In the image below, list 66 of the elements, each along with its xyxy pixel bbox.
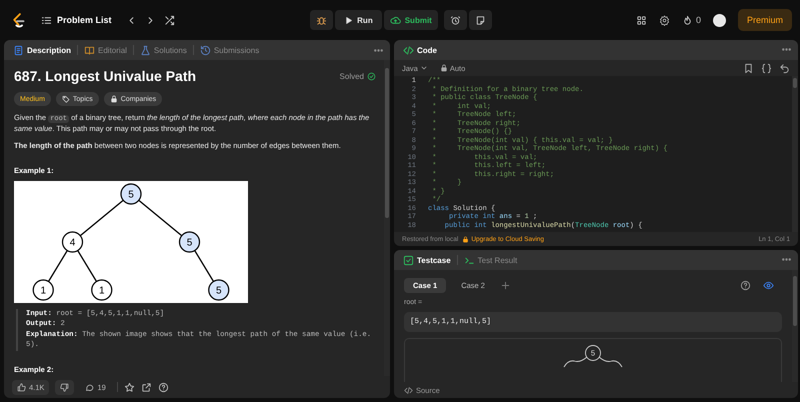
lock-icon bbox=[462, 236, 470, 242]
settings-icon[interactable] bbox=[658, 14, 670, 26]
tab[interactable]: Editorial bbox=[81, 42, 130, 58]
tree-edge bbox=[80, 200, 124, 236]
debug-button[interactable] bbox=[310, 10, 334, 30]
tag-icon bbox=[62, 95, 70, 103]
flask-icon bbox=[140, 44, 151, 56]
document-icon bbox=[13, 44, 24, 56]
tab[interactable]: Solutions bbox=[136, 42, 190, 58]
eye-icon[interactable] bbox=[763, 280, 774, 291]
tab[interactable]: Test Result bbox=[460, 252, 520, 268]
add-case-icon[interactable] bbox=[500, 280, 511, 291]
tree-node: 1 bbox=[91, 279, 112, 300]
lock-icon bbox=[440, 64, 448, 72]
play-icon bbox=[344, 16, 354, 24]
run-button[interactable]: Run bbox=[335, 10, 382, 30]
braces-icon[interactable] bbox=[761, 62, 772, 74]
checkbox-icon bbox=[403, 254, 414, 266]
chevron-down-icon bbox=[420, 64, 428, 72]
comment-icon bbox=[85, 382, 94, 392]
check-circle-icon bbox=[367, 72, 376, 80]
code-icon bbox=[404, 386, 413, 394]
avatar[interactable] bbox=[712, 14, 726, 26]
submit-button[interactable]: Submit bbox=[384, 10, 438, 30]
share-icon[interactable] bbox=[140, 382, 152, 392]
bug-icon bbox=[316, 14, 328, 26]
premium-button[interactable]: Premium bbox=[738, 9, 792, 31]
shuffle-icon[interactable] bbox=[164, 14, 175, 26]
solved-status: Solved bbox=[340, 72, 376, 80]
tree-edge bbox=[138, 200, 182, 236]
problem-title: 687. Longest Univalue Path bbox=[14, 68, 196, 84]
tree-node: 5 bbox=[208, 279, 230, 300]
tree-node: 4 bbox=[62, 231, 84, 252]
tree-edge bbox=[77, 250, 98, 282]
dislike-button[interactable] bbox=[55, 380, 74, 394]
timer-button[interactable] bbox=[444, 10, 467, 30]
thumbs-down-icon bbox=[60, 382, 70, 392]
book-icon bbox=[84, 44, 96, 56]
tree-edge bbox=[48, 250, 68, 282]
tab[interactable]: Description bbox=[10, 42, 74, 58]
streak-counter[interactable]: 0 bbox=[682, 14, 701, 26]
lock-icon bbox=[110, 95, 118, 103]
code-icon bbox=[403, 44, 414, 56]
help-icon[interactable] bbox=[740, 280, 751, 291]
note-icon bbox=[474, 14, 486, 26]
terminal-icon bbox=[464, 254, 475, 266]
tree-edge bbox=[194, 250, 214, 282]
thumbs-up-icon bbox=[17, 382, 26, 392]
tree-node: 5 bbox=[120, 183, 142, 204]
tab[interactable]: Submissions bbox=[196, 42, 262, 58]
notes-button[interactable] bbox=[468, 10, 492, 30]
panel-title: Code bbox=[400, 42, 440, 58]
list-icon bbox=[41, 14, 52, 26]
flame-icon bbox=[682, 14, 693, 26]
star-icon[interactable] bbox=[124, 382, 135, 392]
cloud-upload-icon bbox=[390, 14, 401, 26]
grid-icon[interactable] bbox=[636, 14, 647, 26]
undo-icon[interactable] bbox=[779, 62, 790, 74]
help-icon[interactable] bbox=[158, 382, 169, 392]
tree-node: 5 bbox=[178, 231, 200, 252]
history-icon bbox=[200, 44, 211, 56]
tab[interactable]: Testcase bbox=[400, 252, 454, 268]
tree-node: 1 bbox=[32, 279, 54, 300]
alarm-clock-icon bbox=[450, 14, 461, 26]
problem-list-button[interactable]: Problem List bbox=[35, 14, 118, 26]
bookmark-icon[interactable] bbox=[743, 62, 754, 74]
